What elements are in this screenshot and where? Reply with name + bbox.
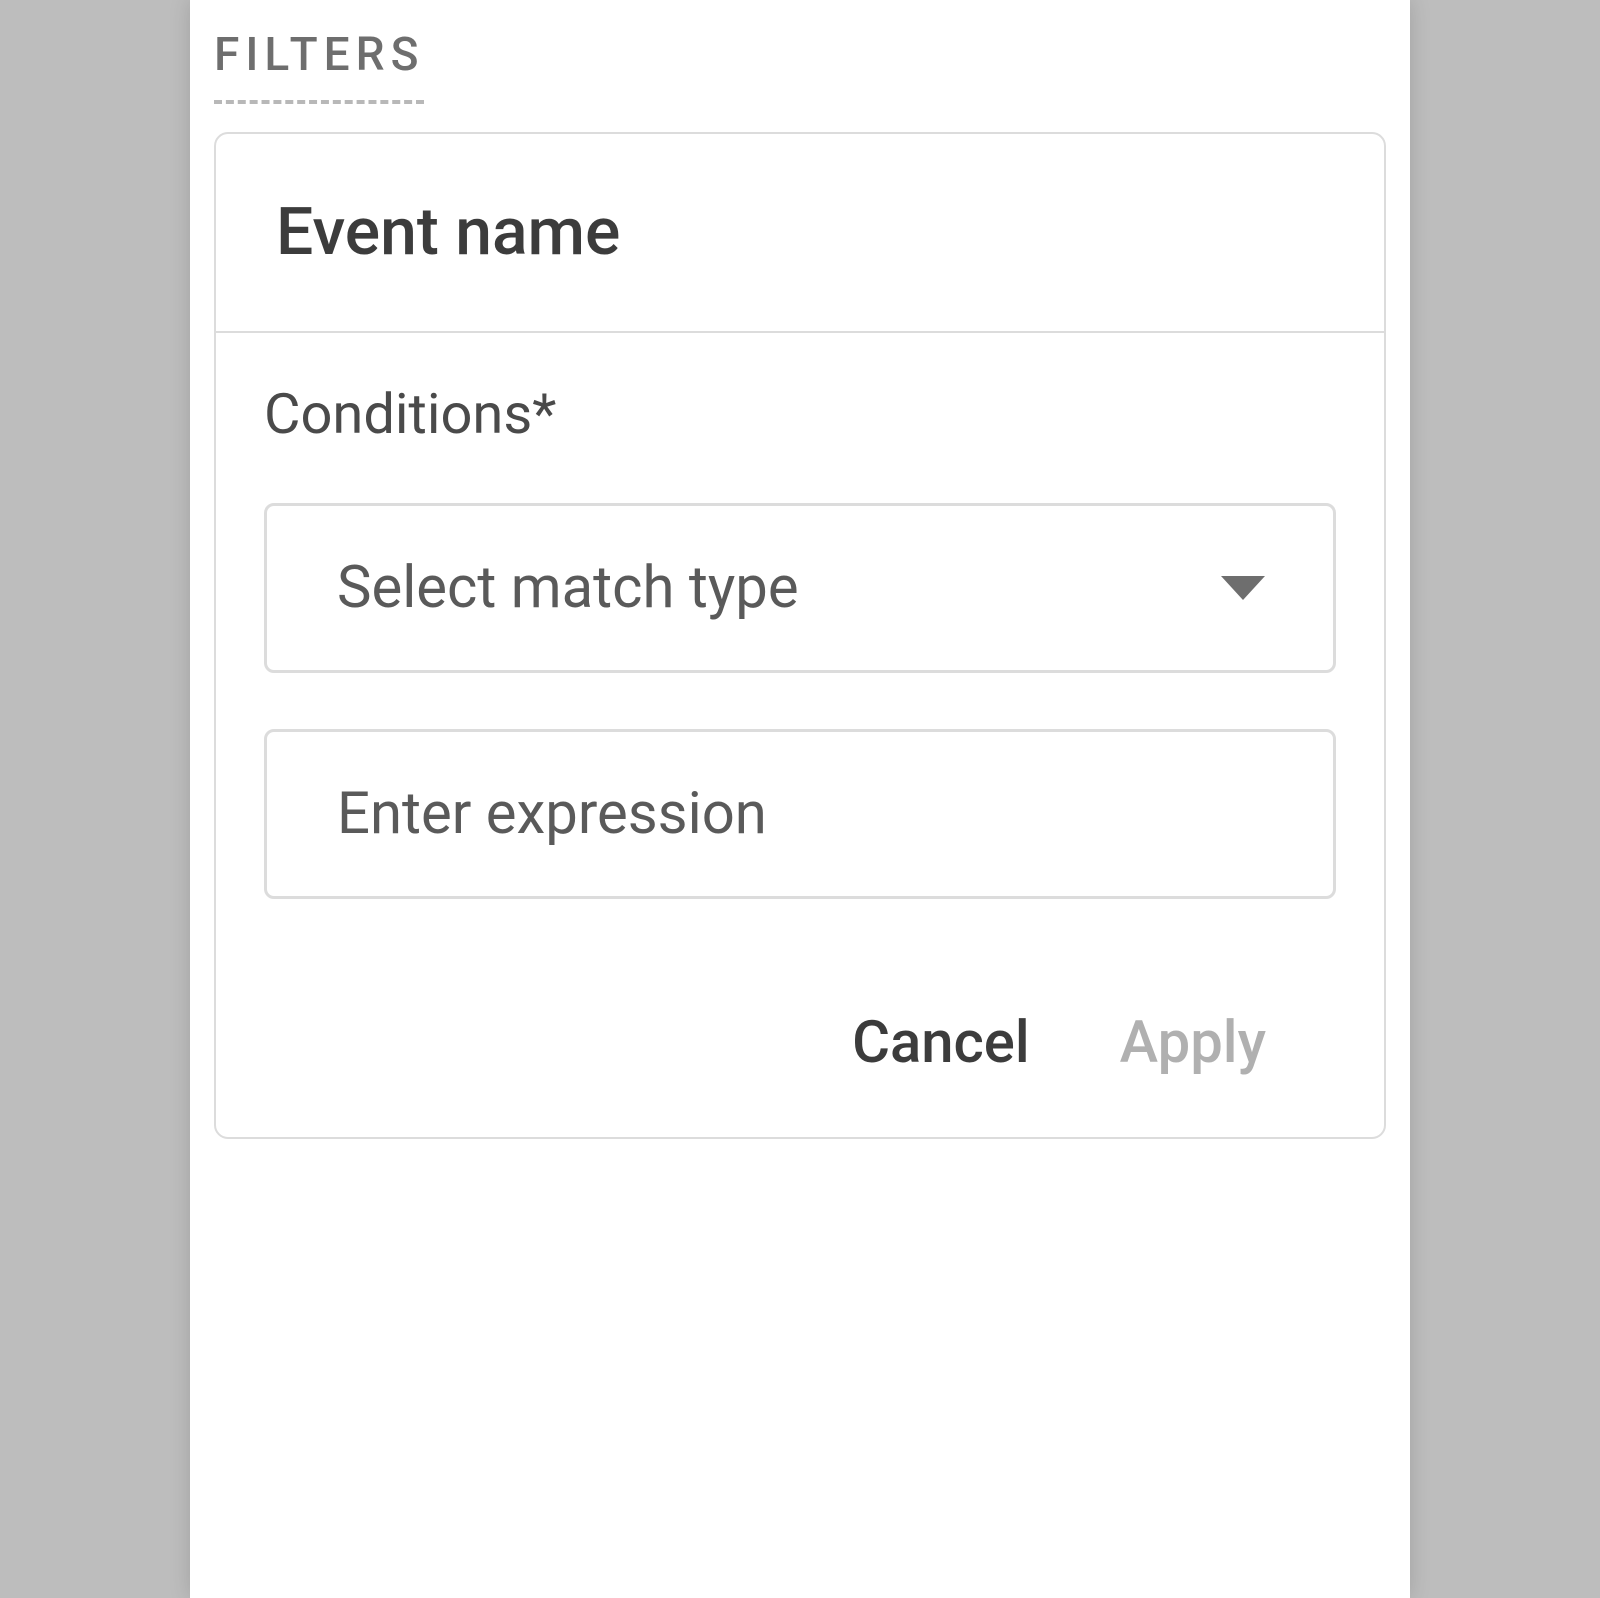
match-type-select[interactable]: Select match type [264, 503, 1336, 673]
filter-card: Event name Conditions* Select match type… [214, 132, 1386, 1139]
card-body: Conditions* Select match type Cancel App… [216, 333, 1384, 1137]
match-type-select-placeholder: Select match type [337, 554, 799, 622]
cancel-button[interactable]: Cancel [852, 1009, 1030, 1077]
section-title: FILTERS [214, 0, 424, 104]
filter-field-label: Event name [276, 194, 1324, 271]
chevron-down-icon [1221, 576, 1265, 600]
button-row: Cancel Apply [264, 1009, 1336, 1077]
expression-input[interactable] [264, 729, 1336, 899]
card-header: Event name [216, 134, 1384, 333]
conditions-label: Conditions* [264, 381, 1336, 447]
filters-panel: FILTERS Event name Conditions* Select ma… [190, 0, 1410, 1598]
apply-button[interactable]: Apply [1120, 1009, 1266, 1077]
